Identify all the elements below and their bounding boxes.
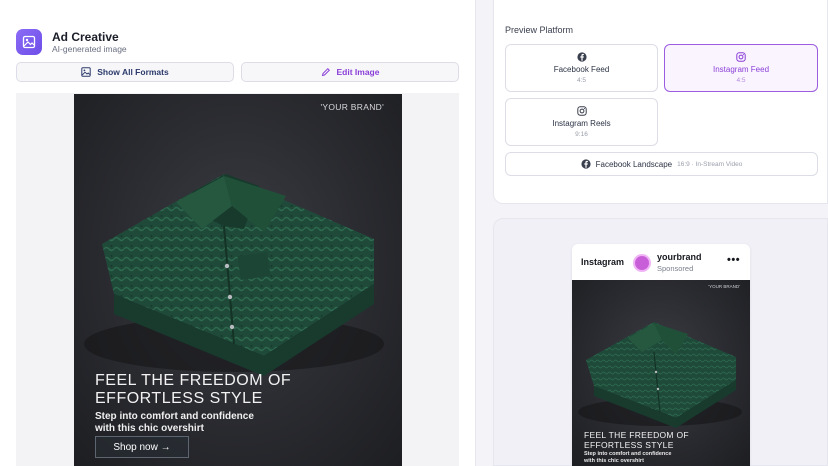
show-all-formats-label: Show All Formats <box>97 67 169 77</box>
facebook-icon <box>581 159 591 169</box>
preview-username: yourbrand <box>657 252 702 262</box>
ad-headline: FEEL THE FREEDOM OF EFFORTLESS STYLE <box>95 372 375 408</box>
platform-option-facebook-feed[interactable]: Facebook Feed 4:5 <box>505 44 658 92</box>
ad-body-text: Step into comfort and confidence with th… <box>95 411 355 435</box>
preview-brand-label: 'YOUR BRAND' <box>708 284 740 289</box>
shop-now-button[interactable]: Shop now → <box>95 436 189 458</box>
platform-ratio: 9:16 <box>575 131 588 138</box>
platform-ratio: 4:5 <box>736 77 746 84</box>
ad-creative-image: 'YOUR BRAND' FEEL THE FREEDOM OF EFFORTL… <box>74 94 402 466</box>
instagram-post-preview: Instagram yourbrand Sponsored ••• 'YOUR … <box>572 244 750 466</box>
preview-headline-line-1: FEEL THE FREEDOM OF <box>584 430 689 440</box>
show-all-formats-button[interactable]: Show All Formats <box>16 62 234 82</box>
platform-name: Facebook Landscape <box>595 159 673 169</box>
page-subtitle: AI-generated image <box>52 44 127 54</box>
sponsored-label: Sponsored <box>657 264 694 273</box>
instagram-icon <box>576 106 587 116</box>
preview-body-line-2: with this chic overshirt <box>584 457 644 464</box>
platform-name: Instagram Reels <box>552 119 611 128</box>
facebook-icon <box>576 52 587 62</box>
page-title: Ad Creative <box>52 30 119 44</box>
platform-option-facebook-landscape[interactable]: Facebook Landscape 16:9 · In-Stream Vide… <box>505 152 818 176</box>
platform-option-instagram-feed[interactable]: Instagram Feed 4:5 <box>664 44 818 92</box>
preview-headline-line-2: EFFORTLESS STYLE <box>584 440 674 450</box>
edit-image-button[interactable]: Edit Image <box>241 62 459 82</box>
ad-headline-line-2: EFFORTLESS STYLE <box>95 390 263 407</box>
preview-ad-image: 'YOUR BRAND' FEEL THE FREEDOM OF EFFORTL… <box>572 280 750 466</box>
preview-body-text: Step into comfort and confidence with th… <box>584 451 744 464</box>
platform-name: Instagram Feed <box>712 65 770 74</box>
instagram-icon <box>736 52 746 62</box>
edit-image-label: Edit Image <box>336 67 380 77</box>
platform-name: Facebook Feed <box>553 65 610 74</box>
ad-brand-label: 'YOUR BRAND' <box>320 102 384 112</box>
platform-option-instagram-reels[interactable]: Instagram Reels 9:16 <box>505 98 658 146</box>
ad-headline-line-1: FEEL THE FREEDOM OF <box>95 372 292 389</box>
ad-body-line-2: with this chic overshirt <box>95 423 204 434</box>
image-icon <box>16 29 42 55</box>
ad-body-line-1: Step into comfort and confidence <box>95 411 254 422</box>
more-options-icon[interactable]: ••• <box>727 254 740 266</box>
platform-ratio: 16:9 · In-Stream Video <box>677 160 743 168</box>
pencil-icon <box>321 67 331 77</box>
avatar <box>633 254 651 272</box>
preview-platform-heading: Preview Platform <box>505 25 574 35</box>
preview-network-label: Instagram <box>581 257 625 267</box>
image-icon <box>81 67 91 77</box>
preview-headline: FEEL THE FREEDOM OF EFFORTLESS STYLE <box>584 430 744 450</box>
platform-ratio: 4:5 <box>576 77 587 84</box>
preview-platform-panel: Preview Platform Facebook Feed 4:5 Insta… <box>493 0 828 204</box>
